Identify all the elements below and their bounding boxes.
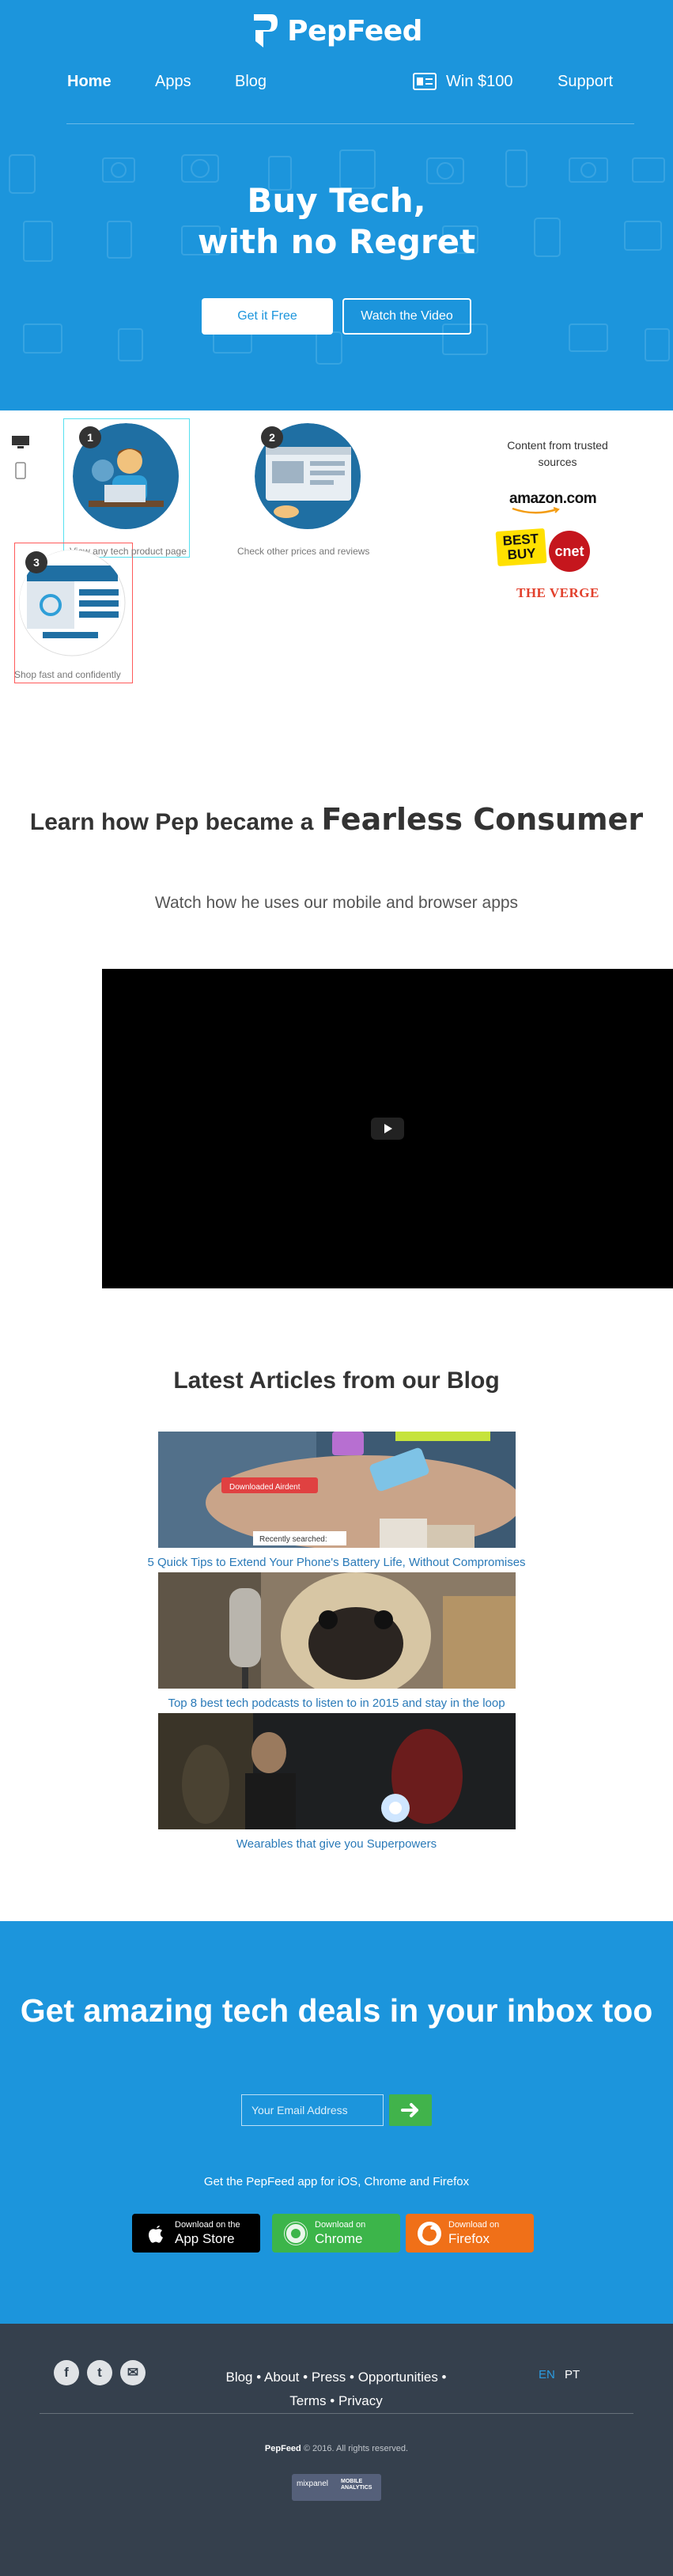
app-store-button[interactable]: Download on the App Store [132, 2214, 260, 2253]
mixpanel-label: mixpanel [297, 2480, 329, 2488]
brand-name: PepFeed [287, 14, 422, 47]
pep-heading: Learn how Pep became a Fearless Consumer [0, 802, 673, 837]
cnet-logo: cnet [549, 531, 590, 572]
play-icon [384, 1124, 392, 1133]
article-1-image[interactable]: Downloaded Airdent Recently searched: [158, 1432, 516, 1548]
article-2-image[interactable] [158, 1572, 516, 1689]
arrow-right-icon [401, 2103, 418, 2117]
firefox-store-button[interactable]: Download on Firefox [406, 2214, 534, 2253]
subscribe-button[interactable] [389, 2094, 432, 2126]
step-3-number: 3 [25, 551, 47, 573]
footer-link-press[interactable]: Press [312, 2370, 346, 2385]
app-store-label: App Store [175, 2231, 235, 2246]
site-footer: f t ✉ Blog • About • Press • Opportuniti… [0, 2324, 673, 2576]
step-2-label: Check other prices and reviews [237, 546, 370, 557]
copyright-brand: PepFeed [264, 2444, 301, 2453]
bestbuy-logo: BEST BUY [495, 528, 547, 567]
ticket-icon [413, 73, 437, 90]
pep-heading-bold: Fearless Consumer [321, 802, 644, 837]
hero-title: Buy Tech, with no Regret [0, 180, 673, 263]
step-2-number: 2 [261, 426, 283, 448]
the-verge-logo: THE VERGE [516, 585, 599, 600]
lang-pt[interactable]: PT [565, 2368, 580, 2381]
hero-title-line2: with no Regret [197, 222, 476, 261]
firefox-store-small: Download on [448, 2220, 500, 2230]
firefox-store-label: Firefox [448, 2231, 490, 2246]
video-player[interactable] [102, 969, 673, 1288]
mobile-icon[interactable] [15, 462, 26, 479]
step-3-label: Shop fast and confidently [14, 669, 121, 680]
footer-link-opportunities[interactable]: Opportunities [358, 2370, 438, 2385]
chrome-icon [284, 2222, 308, 2245]
article-1-title[interactable]: 5 Quick Tips to Extend Your Phone's Batt… [0, 1556, 673, 1569]
article-1-overlay-1: Downloaded Airdent [229, 1483, 301, 1492]
lang-en[interactable]: EN [539, 2368, 555, 2381]
app-store-small: Download on the [175, 2220, 240, 2230]
tech-pattern-background [9, 149, 670, 365]
facebook-icon[interactable]: f [54, 2360, 79, 2385]
email-icon[interactable]: ✉ [120, 2360, 146, 2385]
main-nav: Home Apps Blog Win $100 Support [0, 70, 673, 96]
article-1-overlay-2: Recently searched: [259, 1535, 327, 1544]
email-input[interactable] [241, 2094, 384, 2126]
twitter-icon[interactable]: t [87, 2360, 112, 2385]
pep-subheading: Watch how he uses our mobile and browser… [154, 894, 519, 912]
footer-link-privacy[interactable]: Privacy [338, 2393, 383, 2408]
play-button[interactable] [371, 1118, 404, 1140]
watch-video-button[interactable]: Watch the Video [342, 298, 471, 335]
newsletter-section: Get amazing tech deals in your inbox too… [0, 1921, 673, 2324]
copyright: PepFeed © 2016. All rights reserved. [0, 2444, 673, 2453]
trusted-sources-heading: Content from trusted sources [507, 439, 608, 468]
desktop-icon[interactable] [11, 435, 30, 449]
pep-heading-prefix: Learn how Pep became a [29, 809, 314, 835]
chrome-store-label: Chrome [315, 2231, 363, 2246]
apps-line: Get the PepFeed app for iOS, Chrome and … [203, 2175, 470, 2188]
footer-link-blog[interactable]: Blog [225, 2370, 252, 2385]
nav-win-link[interactable]: Win $100 [413, 70, 513, 93]
nav-home-link[interactable]: Home [67, 70, 112, 93]
hero-section: PepFeed Home Apps Blog Win $100 Support … [0, 0, 673, 410]
chrome-store-button[interactable]: Download on Chrome [272, 2214, 400, 2253]
pepfeed-logo-icon [254, 14, 278, 47]
amazon-logo: amazon.com [509, 490, 597, 507]
footer-divider [40, 2413, 633, 2414]
blog-heading: Latest Articles from our Blog [173, 1367, 500, 1394]
step-1-number: 1 [79, 426, 101, 448]
article-3-image[interactable] [158, 1713, 516, 1829]
brand-logo[interactable]: PepFeed [0, 13, 673, 49]
apple-icon [149, 2226, 163, 2243]
copyright-text: © 2016. All rights reserved. [303, 2444, 409, 2453]
article-2-title[interactable]: Top 8 best tech podcasts to listen to in… [0, 1697, 673, 1710]
footer-link-about[interactable]: About [264, 2370, 299, 2385]
device-switcher [11, 435, 30, 482]
get-it-free-button[interactable]: Get it Free [202, 298, 333, 335]
pug-microphone-photo [158, 1572, 516, 1689]
amazon-smile-icon [512, 507, 560, 514]
iron-man-photo [158, 1713, 516, 1829]
mixpanel-sublabel: MOBILE ANALYTICS [341, 2479, 372, 2491]
nav-support-link[interactable]: Support [558, 70, 613, 93]
nav-apps-link[interactable]: Apps [155, 70, 191, 93]
mixpanel-badge[interactable]: mixpanel MOBILE ANALYTICS [292, 2474, 381, 2501]
footer-links: Blog • About • Press • Opportunities • T… [225, 2370, 447, 2408]
phone-in-hand-photo: Downloaded Airdent Recently searched: [158, 1432, 516, 1548]
firefox-icon [418, 2222, 441, 2245]
newsletter-heading: Get amazing tech deals in your inbox too [20, 1992, 653, 2029]
footer-link-terms[interactable]: Terms [289, 2393, 326, 2408]
hero-title-line1: Buy Tech, [247, 181, 426, 220]
nav-blog-link[interactable]: Blog [235, 70, 267, 93]
nav-divider [66, 123, 634, 124]
nav-win-label: Win $100 [446, 73, 513, 90]
article-3-title[interactable]: Wearables that give you Superpowers [0, 1837, 673, 1851]
chrome-store-small: Download on [315, 2220, 366, 2230]
